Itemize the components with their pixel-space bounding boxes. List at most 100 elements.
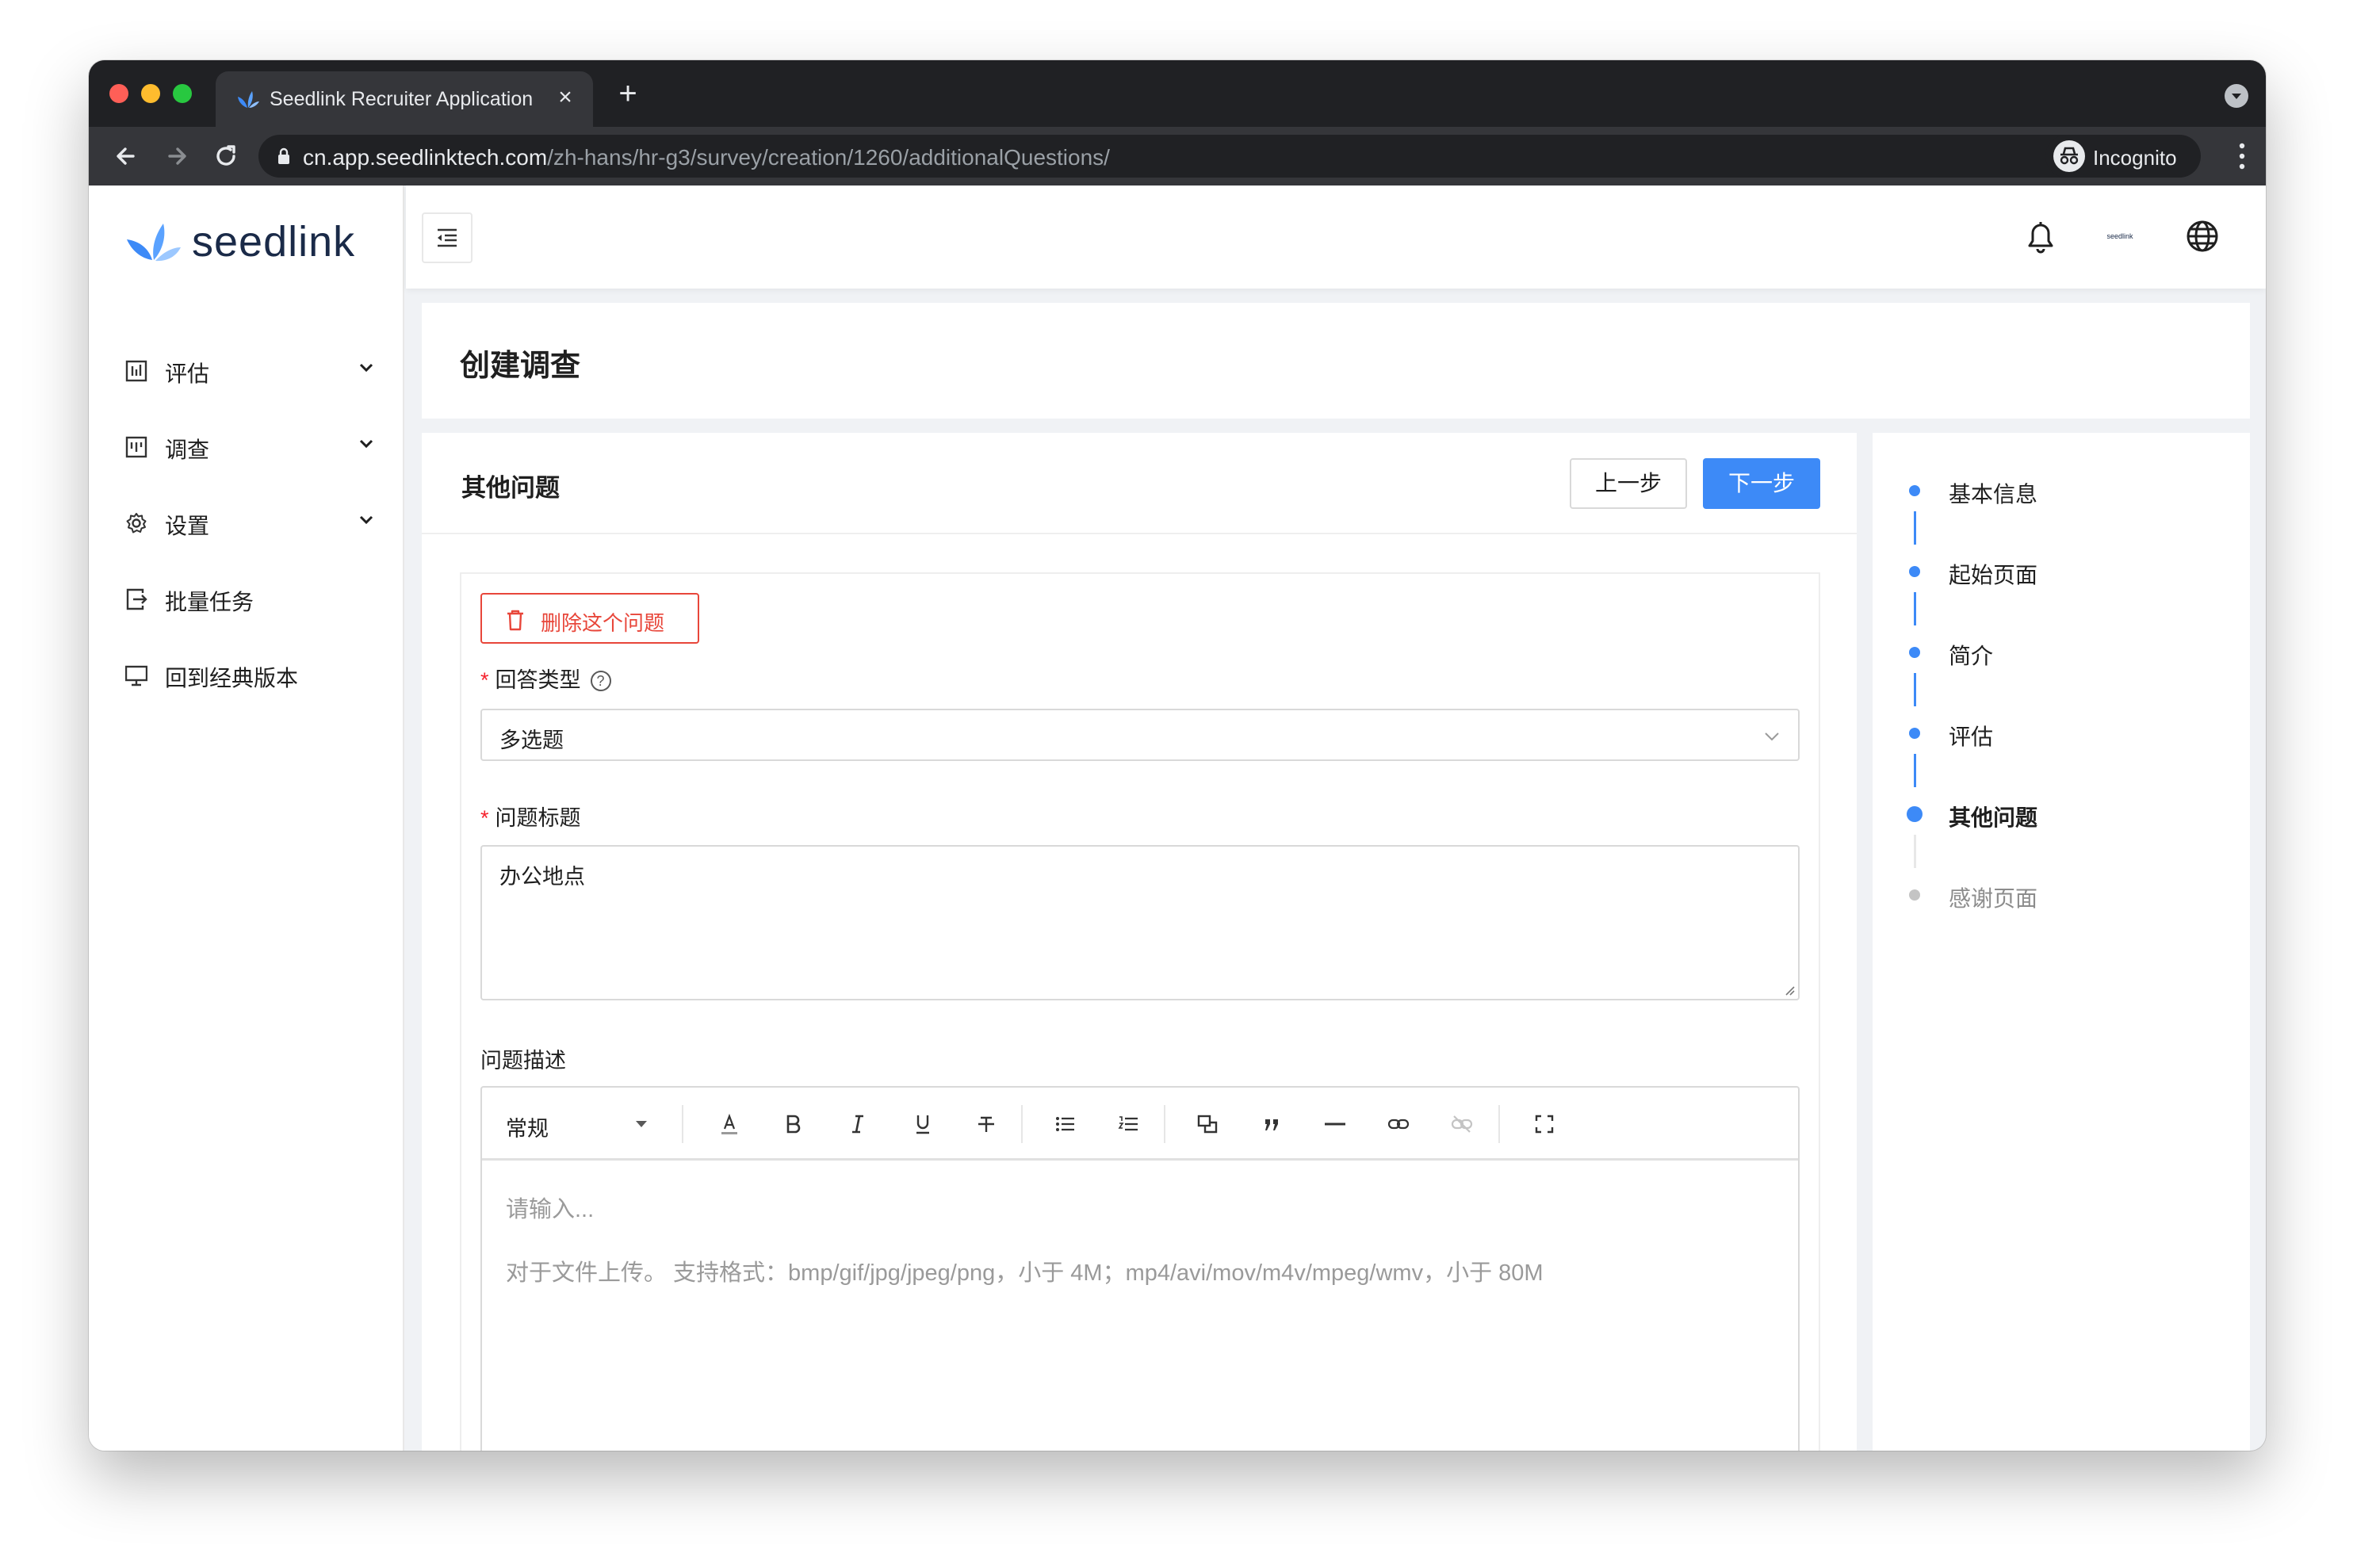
sidebar-item-label: 回到经典版本 xyxy=(165,666,299,690)
step-introduction[interactable]: 简介 xyxy=(1873,629,2250,677)
url-text: cn.app.seedlinktech.com/zh-hans/hr-g3/su… xyxy=(303,145,1110,170)
question-card: 其他问题 上一步 下一步 删除这个问题 * 回答类型? 多选题 * 问题标题 办… xyxy=(422,433,1857,1451)
italic-icon[interactable] xyxy=(842,1108,874,1140)
app-header: seedlink xyxy=(406,185,2266,289)
incognito-badge[interactable]: Incognito xyxy=(2045,135,2201,178)
company-logo[interactable]: seedlink xyxy=(2102,228,2137,244)
step-dot xyxy=(1907,806,1923,822)
tab-close-icon[interactable]: × xyxy=(552,84,579,111)
browser-window: Seedlink Recruiter Application × + cn.ap… xyxy=(89,60,2266,1451)
toolbar-divider xyxy=(682,1105,683,1143)
fullscreen-icon[interactable] xyxy=(1528,1108,1560,1140)
sidebar-item-settings[interactable]: 设置 xyxy=(89,485,404,561)
chevron-down-icon xyxy=(359,439,373,449)
delete-question-button[interactable]: 删除这个问题 xyxy=(480,593,699,644)
strikethrough-icon[interactable] xyxy=(970,1108,1002,1140)
collapse-sidebar-button[interactable] xyxy=(422,212,473,263)
step-other-questions[interactable]: 其他问题 xyxy=(1873,791,2250,839)
editor-placeholder[interactable]: 请输入... xyxy=(506,1191,594,1224)
step-label: 简介 xyxy=(1949,644,1994,668)
toolbar-divider xyxy=(1164,1105,1165,1143)
caret-down-icon xyxy=(636,1121,647,1127)
browser-toolbar: cn.app.seedlinktech.com/zh-hans/hr-g3/su… xyxy=(89,127,2266,185)
media-icon[interactable] xyxy=(1192,1108,1224,1140)
page-title-card: 创建调查 xyxy=(422,303,2250,419)
sidebar-item-survey[interactable]: 调查 xyxy=(89,409,404,485)
answer-type-value: 多选题 xyxy=(499,729,564,752)
back-arrow-icon[interactable] xyxy=(109,140,143,173)
batch-task-icon xyxy=(126,588,147,610)
close-window-button[interactable] xyxy=(109,84,128,103)
step-start-page[interactable]: 起始页面 xyxy=(1873,549,2250,596)
new-tab-icon[interactable]: + xyxy=(612,78,644,109)
step-connector xyxy=(1914,673,1916,706)
step-assessment[interactable]: 评估 xyxy=(1873,710,2250,758)
steps-panel: 基本信息 起始页面 简介 评估 其他问题 感谢页面 xyxy=(1873,433,2250,1451)
globe-icon[interactable] xyxy=(2185,219,2220,254)
seedlink-logo[interactable]: seedlink xyxy=(125,217,379,266)
bullet-list-icon[interactable] xyxy=(1050,1108,1081,1140)
bell-icon[interactable] xyxy=(2023,217,2058,255)
monitor-icon xyxy=(125,665,147,686)
url-path: /zh-hans/hr-g3/survey/creation/1260/addi… xyxy=(547,145,1110,170)
chevron-down-icon xyxy=(1765,732,1779,741)
answer-type-select[interactable]: 多选题 xyxy=(480,709,1800,761)
answer-type-label-text: 回答类型 xyxy=(495,668,581,692)
step-connector xyxy=(1914,754,1916,787)
tab-search-icon[interactable] xyxy=(2225,84,2248,108)
link-icon[interactable] xyxy=(1383,1108,1414,1140)
sidebar-item-classic-version[interactable]: 回到经典版本 xyxy=(89,637,404,713)
resize-handle-icon[interactable] xyxy=(1784,985,1795,996)
step-thank-you-page[interactable]: 感谢页面 xyxy=(1873,872,2250,920)
assessment-icon xyxy=(125,360,147,382)
browser-tab[interactable]: Seedlink Recruiter Application × xyxy=(216,71,593,127)
step-basic-info[interactable]: 基本信息 xyxy=(1873,468,2250,515)
step-connector xyxy=(1914,511,1916,545)
question-form: 删除这个问题 * 回答类型? 多选题 * 问题标题 办公地点 问题描述 常规 请… xyxy=(460,572,1820,1451)
address-bar[interactable]: cn.app.seedlinktech.com/zh-hans/hr-g3/su… xyxy=(258,135,2106,178)
help-icon[interactable]: ? xyxy=(590,671,611,691)
underline-icon[interactable] xyxy=(907,1108,939,1140)
browser-titlebar: Seedlink Recruiter Application × + xyxy=(89,60,2266,127)
logo-text: seedlink xyxy=(192,218,356,266)
sidebar-item-batch-tasks[interactable]: 批量任务 xyxy=(89,561,404,637)
tab-title: Seedlink Recruiter Application xyxy=(270,88,534,110)
company-logo-text: seedlink xyxy=(2106,232,2133,240)
minimize-window-button[interactable] xyxy=(141,84,160,103)
paragraph-style-select[interactable]: 常规 xyxy=(506,1111,549,1142)
step-label: 评估 xyxy=(1949,725,1994,749)
browser-menu-icon[interactable] xyxy=(2239,141,2245,171)
numbered-list-icon[interactable] xyxy=(1113,1108,1145,1140)
step-label: 感谢页面 xyxy=(1949,886,2038,911)
next-step-button[interactable]: 下一步 xyxy=(1703,458,1820,509)
sidebar: seedlink 评估 调查 设置 批量任务 回到经典版本 xyxy=(89,185,404,1451)
sidebar-item-label: 设置 xyxy=(165,514,210,538)
horizontal-rule-icon[interactable] xyxy=(1319,1108,1351,1140)
upload-hint: 对于文件上传。 支持格式：bmp/gif/jpg/jpeg/png，小于 4M；… xyxy=(506,1260,1544,1286)
chevron-down-icon xyxy=(359,363,373,373)
quote-icon[interactable] xyxy=(1256,1108,1287,1140)
question-title-value: 办公地点 xyxy=(499,865,585,889)
step-dot xyxy=(1909,566,1920,577)
card-title: 其他问题 xyxy=(461,474,560,502)
delete-question-label: 删除这个问题 xyxy=(541,611,665,635)
answer-type-label: * 回答类型? xyxy=(480,663,611,694)
sidebar-item-assessment[interactable]: 评估 xyxy=(89,333,404,409)
reload-icon[interactable] xyxy=(209,140,243,173)
forward-arrow-icon[interactable] xyxy=(160,140,193,173)
question-title-label-text: 问题标题 xyxy=(495,806,581,830)
step-connector xyxy=(1914,835,1916,868)
trash-icon xyxy=(507,610,523,631)
font-color-icon[interactable] xyxy=(714,1108,745,1140)
question-title-textarea[interactable]: 办公地点 xyxy=(480,845,1800,1000)
required-mark: * xyxy=(480,806,489,830)
step-dot xyxy=(1909,647,1920,658)
step-label: 其他问题 xyxy=(1949,805,2038,830)
step-dot xyxy=(1909,728,1920,739)
maximize-window-button[interactable] xyxy=(173,84,192,103)
bold-icon[interactable] xyxy=(777,1108,809,1140)
previous-step-button[interactable]: 上一步 xyxy=(1570,458,1687,509)
step-connector xyxy=(1914,592,1916,625)
unlink-icon[interactable] xyxy=(1446,1108,1478,1140)
step-label: 起始页面 xyxy=(1949,563,2038,587)
